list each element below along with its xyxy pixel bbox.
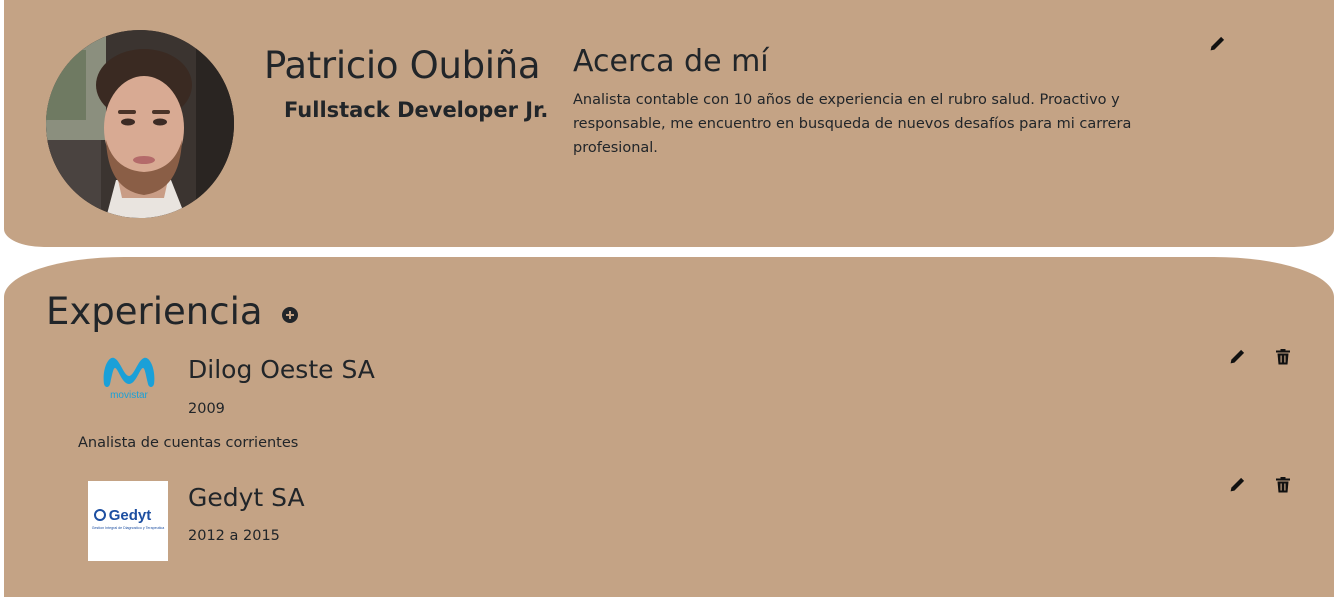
pencil-icon [1210, 36, 1225, 51]
experience-description: Analista de cuentas corrientes [78, 435, 299, 451]
about-title: Acerca de mí [573, 44, 769, 79]
profile-name: Patricio Oubiña [264, 44, 541, 87]
edit-experience-button[interactable] [1227, 347, 1247, 367]
edit-about-button[interactable] [1207, 34, 1227, 54]
add-experience-button[interactable] [280, 305, 300, 325]
delete-experience-button[interactable] [1273, 347, 1293, 367]
gedyt-logo-text: Gedyt [109, 507, 152, 524]
experience-years: 2012 a 2015 [188, 528, 280, 544]
trash-icon [1276, 349, 1290, 365]
pencil-icon [1230, 477, 1245, 492]
experience-years: 2009 [188, 401, 225, 417]
about-text: Analista contable con 10 años de experie… [573, 92, 1132, 156]
delete-experience-button[interactable] [1273, 475, 1293, 495]
company-name: Gedyt SA [188, 483, 305, 512]
profile-avatar [46, 30, 234, 218]
plus-circle-icon [282, 307, 298, 323]
profile-role: Fullstack Developer Jr. [284, 98, 549, 122]
experience-title: Experiencia [46, 290, 263, 333]
trash-icon [1276, 477, 1290, 493]
company-name: Dilog Oeste SA [188, 355, 375, 384]
gedyt-logo-subtext: Gestion Integral de Diagnostico y Terape… [92, 526, 164, 530]
gedyt-logo: Gedyt Gestion Integral de Diagnostico y … [88, 481, 168, 561]
edit-experience-button[interactable] [1227, 475, 1247, 495]
movistar-logo-text: movistar [110, 390, 148, 401]
movistar-logo: movistar [98, 350, 160, 402]
pencil-icon [1230, 349, 1245, 364]
